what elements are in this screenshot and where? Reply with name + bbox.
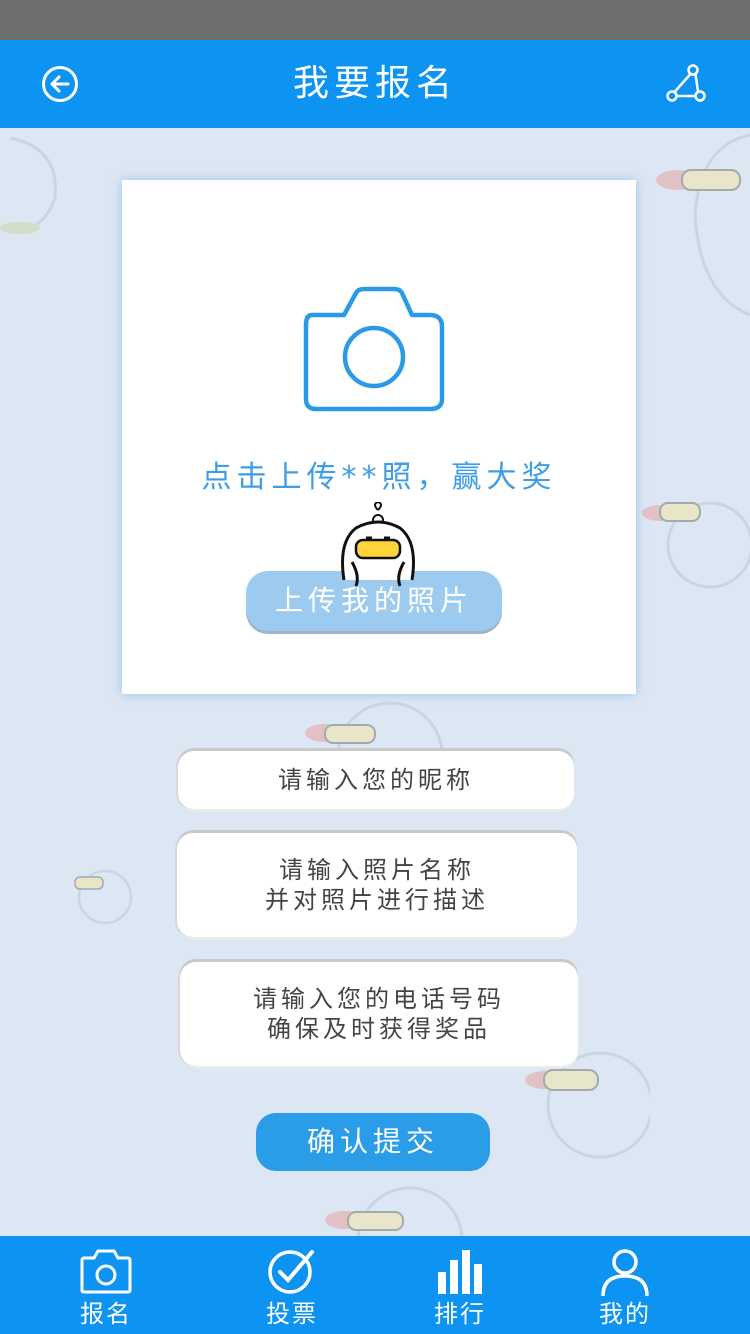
background-mascot-decoration bbox=[74, 869, 133, 925]
photo-description-input[interactable]: 请输入照片名称 并对照片进行描述 bbox=[177, 833, 577, 937]
bar-chart-icon bbox=[438, 1250, 482, 1294]
phone-input[interactable]: 请输入您的电话号码 确保及时获得奖品 bbox=[180, 962, 578, 1066]
photo-upload-card[interactable]: 点击上传**照，赢大奖 上传我的照片 bbox=[122, 180, 636, 694]
tab-label: 我的 bbox=[599, 1300, 651, 1328]
status-bar bbox=[0, 0, 750, 40]
photo-description-placeholder-line1: 请输入照片名称 bbox=[279, 856, 475, 884]
user-icon bbox=[601, 1249, 649, 1297]
tab-vote[interactable]: 投票 bbox=[232, 1236, 352, 1334]
tab-label: 排行 bbox=[434, 1300, 486, 1328]
background-mascot-decoration bbox=[656, 133, 750, 317]
phone-placeholder-line1: 请输入您的电话号码 bbox=[253, 985, 505, 1013]
phone-placeholder-line2: 确保及时获得奖品 bbox=[267, 1015, 491, 1043]
camera-icon bbox=[80, 1249, 132, 1294]
share-icon[interactable] bbox=[666, 64, 706, 104]
tab-mine[interactable]: 我的 bbox=[565, 1236, 685, 1334]
tab-label: 报名 bbox=[80, 1300, 132, 1328]
upload-hint-text: 点击上传**照，赢大奖 bbox=[201, 460, 557, 495]
background-mascot-decoration bbox=[642, 501, 750, 589]
camera-icon bbox=[303, 286, 445, 412]
page-title: 我要报名 bbox=[292, 63, 457, 104]
duck-mascot-icon bbox=[341, 502, 415, 587]
bottom-tab-bar: 报名 投票 排行 我的 bbox=[0, 1236, 750, 1334]
nickname-input[interactable]: 请输入您的昵称 bbox=[178, 751, 574, 809]
background-mascot-decoration bbox=[0, 136, 57, 234]
nickname-placeholder: 请输入您的昵称 bbox=[278, 766, 474, 794]
tab-label: 投票 bbox=[266, 1300, 318, 1328]
tab-signup[interactable]: 报名 bbox=[46, 1236, 166, 1334]
background-mascot-decoration bbox=[325, 1186, 464, 1236]
photo-description-placeholder-line2: 并对照片进行描述 bbox=[265, 886, 489, 914]
check-circle-icon bbox=[268, 1250, 314, 1294]
header-bar: 我要报名 bbox=[0, 40, 750, 128]
tab-ranking[interactable]: 排行 bbox=[400, 1236, 520, 1334]
submit-button[interactable]: 确认提交 bbox=[256, 1113, 490, 1171]
